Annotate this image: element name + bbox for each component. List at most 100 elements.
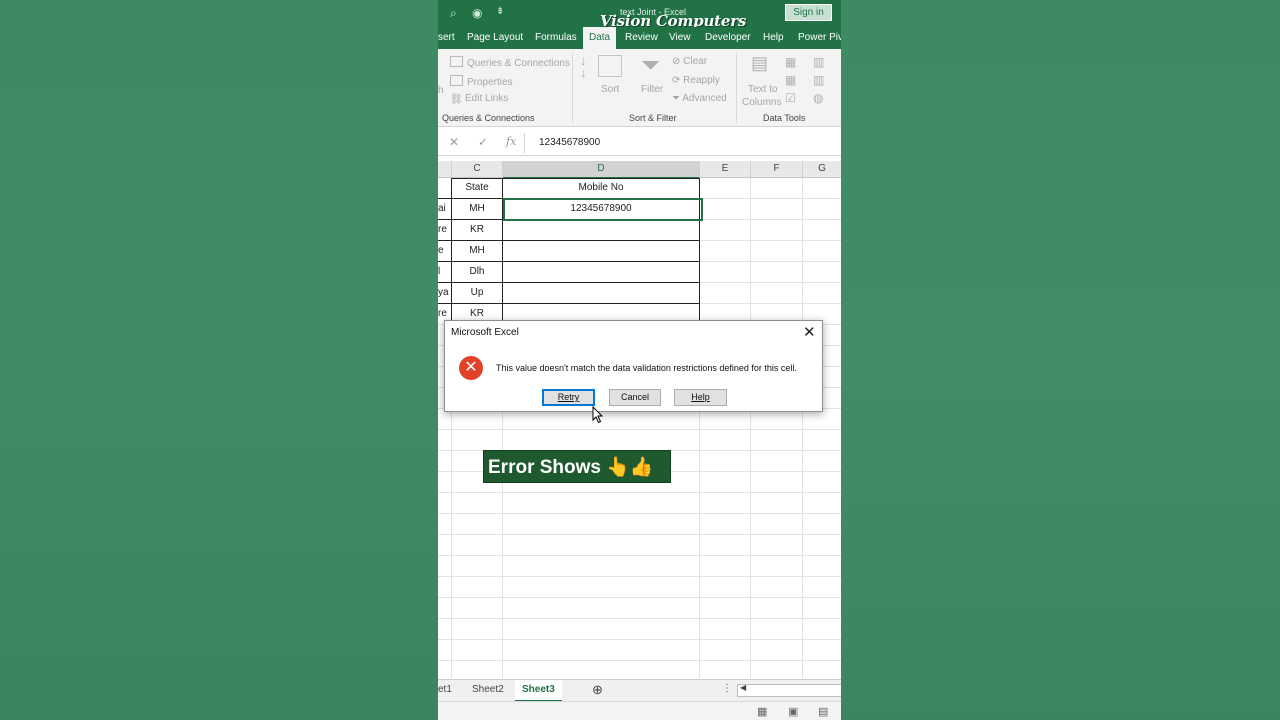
tab-data[interactable]: Data: [583, 27, 617, 49]
column-header-b[interactable]: [438, 161, 452, 178]
retry-label: Retry: [557, 392, 580, 402]
column-header-e[interactable]: E: [700, 161, 751, 178]
add-sheet-icon[interactable]: ⊕: [592, 682, 603, 698]
search-icon[interactable]: ⌕: [450, 6, 457, 21]
reapply-button[interactable]: ⟳ Reapply: [672, 75, 720, 86]
filter-button[interactable]: Filter: [641, 84, 663, 95]
sort-dialog-icon[interactable]: [598, 55, 622, 77]
cell-state[interactable]: MH: [452, 241, 502, 261]
queries-icon: [450, 56, 463, 67]
sheet-tab-bar: et1 Sheet2 Sheet3 ⊕ ⋮ ◀: [438, 679, 841, 702]
dialog-message: This value doesn't match the data valida…: [496, 363, 797, 373]
cell-state[interactable]: MH: [452, 199, 502, 219]
header-state[interactable]: State: [452, 178, 502, 198]
sort-az-icon[interactable]: ↓ ↓: [580, 54, 587, 79]
cell-fragment[interactable]: l: [438, 262, 440, 282]
horizontal-scrollbar[interactable]: [737, 684, 841, 697]
text-to-columns-icon[interactable]: ▤: [751, 53, 768, 74]
sheet-tab-sheet1[interactable]: et1: [438, 684, 452, 695]
queries-connections-button[interactable]: Queries & Connections: [450, 56, 570, 69]
tab-page-layout[interactable]: Page Layout: [467, 32, 523, 43]
tab-review[interactable]: Review: [625, 32, 658, 43]
relationships-icon[interactable]: ▥: [813, 73, 824, 87]
properties-button[interactable]: Properties: [450, 75, 513, 88]
cancel-button[interactable]: Cancel: [609, 389, 661, 406]
edit-links-icon: ⛓: [450, 94, 463, 105]
sheet-tab-sheet2[interactable]: Sheet2: [472, 684, 504, 695]
formula-buttons: ✕ ✓ fx: [438, 133, 525, 153]
grid-line: [438, 555, 841, 556]
normal-view-icon[interactable]: ▦: [757, 705, 767, 718]
column-header-f[interactable]: F: [751, 161, 803, 178]
sort-button[interactable]: Sort: [601, 84, 619, 95]
page-layout-view-icon[interactable]: ▣: [788, 705, 798, 718]
cell-fragment[interactable]: ai: [438, 199, 446, 219]
cell-state[interactable]: KR: [452, 220, 502, 240]
caption-overlay: Error Shows 👆👍: [483, 450, 671, 483]
reapply-icon: ⟳: [672, 75, 684, 86]
header-mobile-no[interactable]: Mobile No: [503, 178, 699, 198]
close-icon[interactable]: ✕: [803, 323, 816, 341]
help-button[interactable]: Help: [674, 389, 727, 406]
grid-line: [438, 639, 841, 640]
active-cell-selection[interactable]: [503, 198, 703, 221]
retry-button[interactable]: Retry: [542, 389, 595, 406]
cell-state[interactable]: Dlh: [452, 262, 502, 282]
group-queries-connections: Queries & Connections: [442, 113, 535, 123]
mouse-cursor-icon: [592, 406, 604, 424]
cancel-formula-icon[interactable]: ✕: [449, 135, 459, 149]
edit-links-button[interactable]: ⛓ Edit Links: [450, 93, 508, 105]
grid-line: [438, 660, 841, 661]
cell-fragment[interactable]: re: [438, 220, 447, 240]
insert-function-icon[interactable]: fx: [506, 135, 516, 148]
data-validation-icon[interactable]: ☑: [785, 91, 796, 105]
error-icon: ✕: [459, 356, 483, 380]
title-bar: ⌕ ◉ ⇟ text Joint - Excel Vision Computer…: [438, 0, 841, 30]
split-handle-icon[interactable]: ⋮: [722, 683, 732, 694]
ribbon-separator: [736, 53, 737, 123]
enter-formula-icon[interactable]: ✓: [478, 135, 488, 149]
tab-developer[interactable]: Developer: [705, 32, 751, 43]
ribbon-separator: [572, 53, 573, 123]
advanced-filter-icon: ⏷: [672, 93, 683, 104]
scroll-left-icon[interactable]: ◀: [740, 683, 746, 692]
customize-toolbar-icon[interactable]: ⇟: [496, 6, 504, 17]
grid-line: [438, 513, 841, 514]
page-break-view-icon[interactable]: ▤: [818, 705, 828, 718]
sign-in-button[interactable]: Sign in: [785, 4, 832, 21]
grid-line: [438, 618, 841, 619]
camera-icon[interactable]: ◉: [472, 6, 482, 20]
formula-input[interactable]: 12345678900: [539, 137, 600, 148]
help-label: Help: [691, 392, 710, 402]
cell-state[interactable]: Up: [452, 283, 502, 303]
filter-icon[interactable]: ⏷: [641, 52, 660, 80]
column-header-d[interactable]: D: [503, 161, 700, 179]
tab-insert[interactable]: sert: [438, 32, 455, 43]
remove-duplicates-icon[interactable]: ▦: [785, 73, 796, 87]
column-header-g[interactable]: G: [803, 161, 841, 178]
tab-view[interactable]: View: [669, 32, 691, 43]
worksheet-grid[interactable]: State Mobile No ai MH 12345678900 re KR …: [438, 178, 841, 678]
manage-data-model-icon[interactable]: ◍: [813, 91, 823, 105]
flash-fill-icon[interactable]: ▦: [785, 55, 796, 69]
text-to-columns-label-1[interactable]: Text to: [748, 84, 777, 95]
properties-icon: [450, 75, 463, 86]
background-left: [0, 0, 438, 720]
tab-help[interactable]: Help: [763, 32, 784, 43]
advanced-button[interactable]: ⏷ Advanced: [672, 93, 727, 104]
ribbon-tabs: sert Page Layout Formulas Data Review Vi…: [438, 27, 841, 49]
formula-bar: ✕ ✓ fx 12345678900: [438, 131, 841, 156]
cell-fragment[interactable]: ya: [438, 283, 449, 303]
tab-power-pivot[interactable]: Power Pivo: [798, 32, 841, 43]
text-to-columns-label-2[interactable]: Columns: [742, 97, 781, 108]
consolidate-icon[interactable]: ▥: [813, 55, 824, 69]
grid-line: [438, 576, 841, 577]
clear-button[interactable]: ⊘ Clear: [672, 56, 707, 67]
tab-formulas[interactable]: Formulas: [535, 32, 577, 43]
grid-line: [750, 178, 751, 678]
cell-fragment[interactable]: e: [438, 241, 444, 261]
error-dialog: Microsoft Excel ✕ ✕ This value doesn't m…: [444, 320, 823, 412]
ribbon-fragment: h: [438, 85, 444, 96]
sheet-tab-sheet3[interactable]: Sheet3: [515, 680, 562, 702]
column-header-c[interactable]: C: [452, 161, 503, 178]
